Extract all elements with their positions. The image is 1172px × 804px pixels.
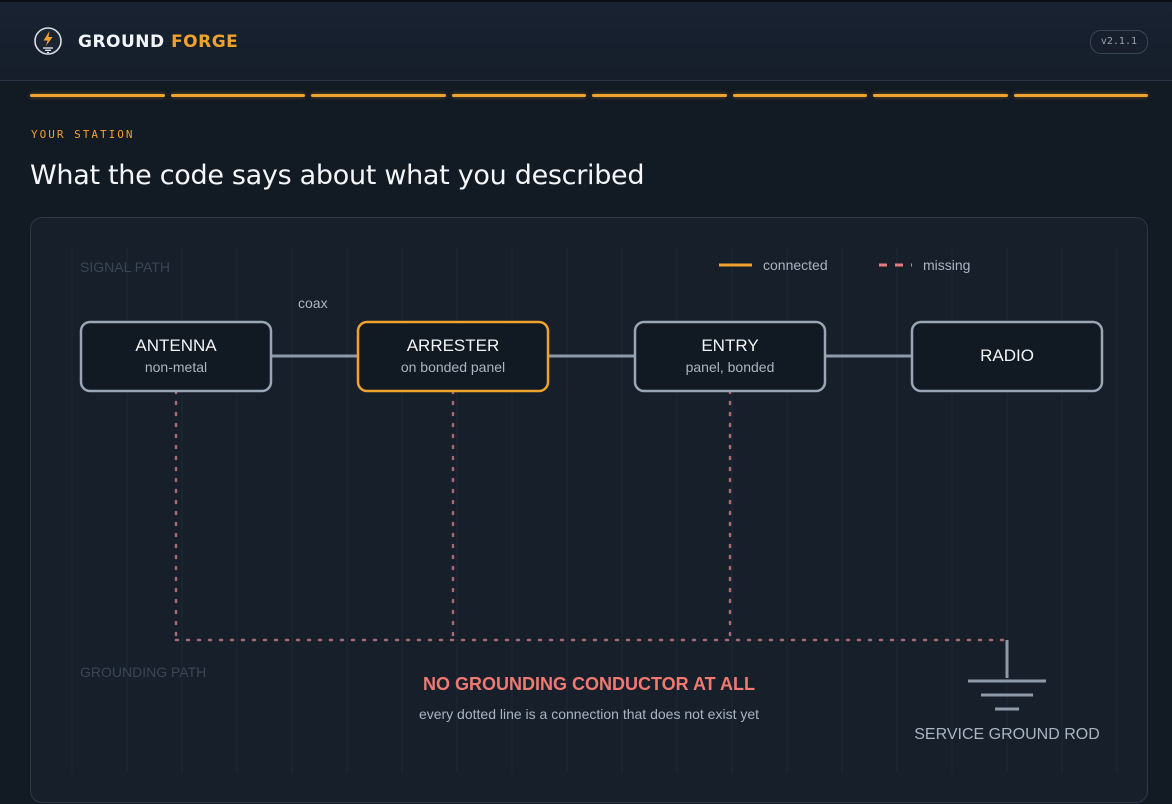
brand-name-second: FORGE [171, 32, 239, 52]
progress-step [592, 94, 727, 97]
node-arrester-title: ARRESTER [407, 336, 500, 355]
node-entry-subtitle: panel, bonded [686, 359, 775, 375]
top-bar: GROUND FORGE v2.1.1 [0, 0, 1172, 81]
progress-bar [30, 94, 1148, 98]
progress-step [30, 94, 165, 97]
legend-missing-label: missing [923, 257, 970, 273]
version-badge: v2.1.1 [1089, 30, 1148, 54]
legend: connected missing [719, 257, 970, 273]
node-antenna-subtitle: non-metal [145, 359, 207, 375]
missing-ground-conductors [174, 389, 1009, 642]
node-antenna[interactable]: ANTENNA non-metal [79, 320, 273, 393]
progress-step [451, 94, 586, 97]
node-arrester-subtitle: on bonded panel [401, 359, 505, 375]
node-antenna-title: ANTENNA [135, 336, 217, 355]
progress-step [1013, 94, 1148, 97]
station-diagram-panel: SIGNAL PATH GROUNDING PATH connected mis… [30, 217, 1148, 803]
brand-name: GROUND FORGE [78, 32, 238, 52]
node-radio[interactable]: RADIO [910, 320, 1104, 393]
progress-step [873, 94, 1008, 97]
node-entry[interactable]: ENTRY panel, bonded [633, 320, 827, 393]
station-diagram: SIGNAL PATH GROUNDING PATH connected mis… [71, 248, 1118, 773]
warning-subtitle: every dotted line is a connection that d… [419, 706, 759, 722]
node-radio-title: RADIO [980, 346, 1034, 365]
brand-name-first: GROUND [78, 32, 165, 52]
warning-title: NO GROUNDING CONDUCTOR AT ALL [423, 674, 755, 694]
signal-path-label: SIGNAL PATH [80, 259, 170, 275]
node-arrester[interactable]: ARRESTER on bonded panel [356, 320, 550, 393]
node-entry-title: ENTRY [701, 336, 758, 355]
lightning-bolt-ground-icon [34, 27, 62, 55]
coax-label: coax [298, 295, 328, 311]
progress-step [732, 94, 867, 97]
app-window: GROUND FORGE v2.1.1 YOUR STATION What th… [0, 0, 1172, 804]
ground-rod-label: SERVICE GROUND ROD [914, 726, 1100, 743]
progress-step [170, 94, 305, 97]
progress-step [311, 94, 446, 97]
legend-connected-label: connected [763, 257, 828, 273]
grounding-path-label: GROUNDING PATH [80, 664, 206, 680]
page-title: What the code says about what you descri… [30, 160, 645, 191]
section-eyebrow: YOUR STATION [31, 128, 135, 141]
